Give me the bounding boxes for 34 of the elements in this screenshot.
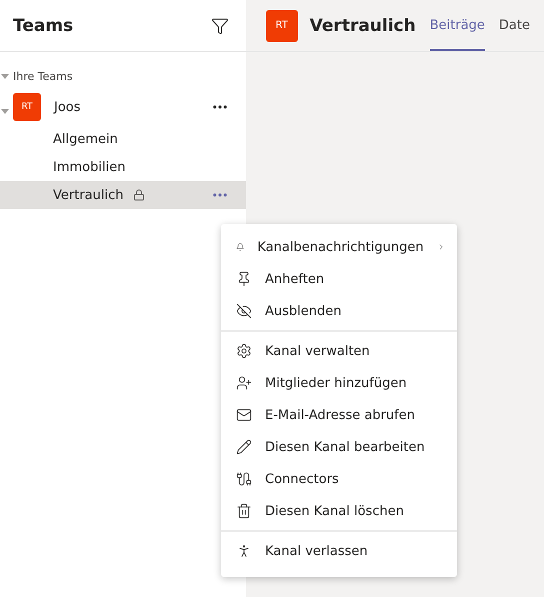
menu-item[interactable]: Diesen Kanal löschen xyxy=(221,495,457,527)
plug-icon xyxy=(236,471,252,487)
tab[interactable]: Beiträge xyxy=(430,0,485,51)
channel-name: Allgemein xyxy=(53,132,118,146)
trash-icon xyxy=(236,503,252,519)
menu-item[interactable]: Kanal verwalten xyxy=(221,335,457,367)
collapse-icon[interactable] xyxy=(1,74,9,78)
sidebar-title: Teams xyxy=(13,16,74,36)
channel-avatar: RT xyxy=(266,10,298,42)
tab[interactable]: Date xyxy=(498,0,530,51)
menu-item[interactable]: Connectors xyxy=(221,463,457,495)
team-name[interactable]: Joos xyxy=(54,100,211,114)
menu-item[interactable]: Mitglieder hinzufügen xyxy=(221,367,457,399)
pin-icon xyxy=(236,271,252,287)
eye-off-icon xyxy=(236,303,252,319)
channel-title: Vertraulich xyxy=(310,16,416,36)
mail-icon xyxy=(236,407,252,423)
channel-item[interactable]: Vertraulich xyxy=(0,181,246,209)
channel-name: Vertraulich xyxy=(53,188,124,202)
menu-item[interactable]: E-Mail-Adresse abrufen xyxy=(221,399,457,431)
settings-icon xyxy=(236,343,252,359)
channel-name: Immobilien xyxy=(53,160,126,174)
menu-item[interactable]: Diesen Kanal bearbeiten xyxy=(221,431,457,463)
menu-item[interactable]: Kanal verlassen xyxy=(221,535,457,567)
channel-item[interactable]: Immobilien xyxy=(0,153,246,181)
team-avatar: RT xyxy=(13,93,41,121)
menu-item[interactable]: Ausblenden xyxy=(221,295,457,327)
section-label: Ihre Teams xyxy=(13,70,73,82)
menu-item[interactable]: Anheften xyxy=(221,263,457,295)
menu-item[interactable]: Kanalbenachrichtigungen xyxy=(221,231,457,263)
add-person-icon xyxy=(236,375,252,391)
pencil-icon xyxy=(236,439,252,455)
filter-icon[interactable] xyxy=(210,16,229,34)
channel-item[interactable]: Allgemein xyxy=(0,125,246,153)
